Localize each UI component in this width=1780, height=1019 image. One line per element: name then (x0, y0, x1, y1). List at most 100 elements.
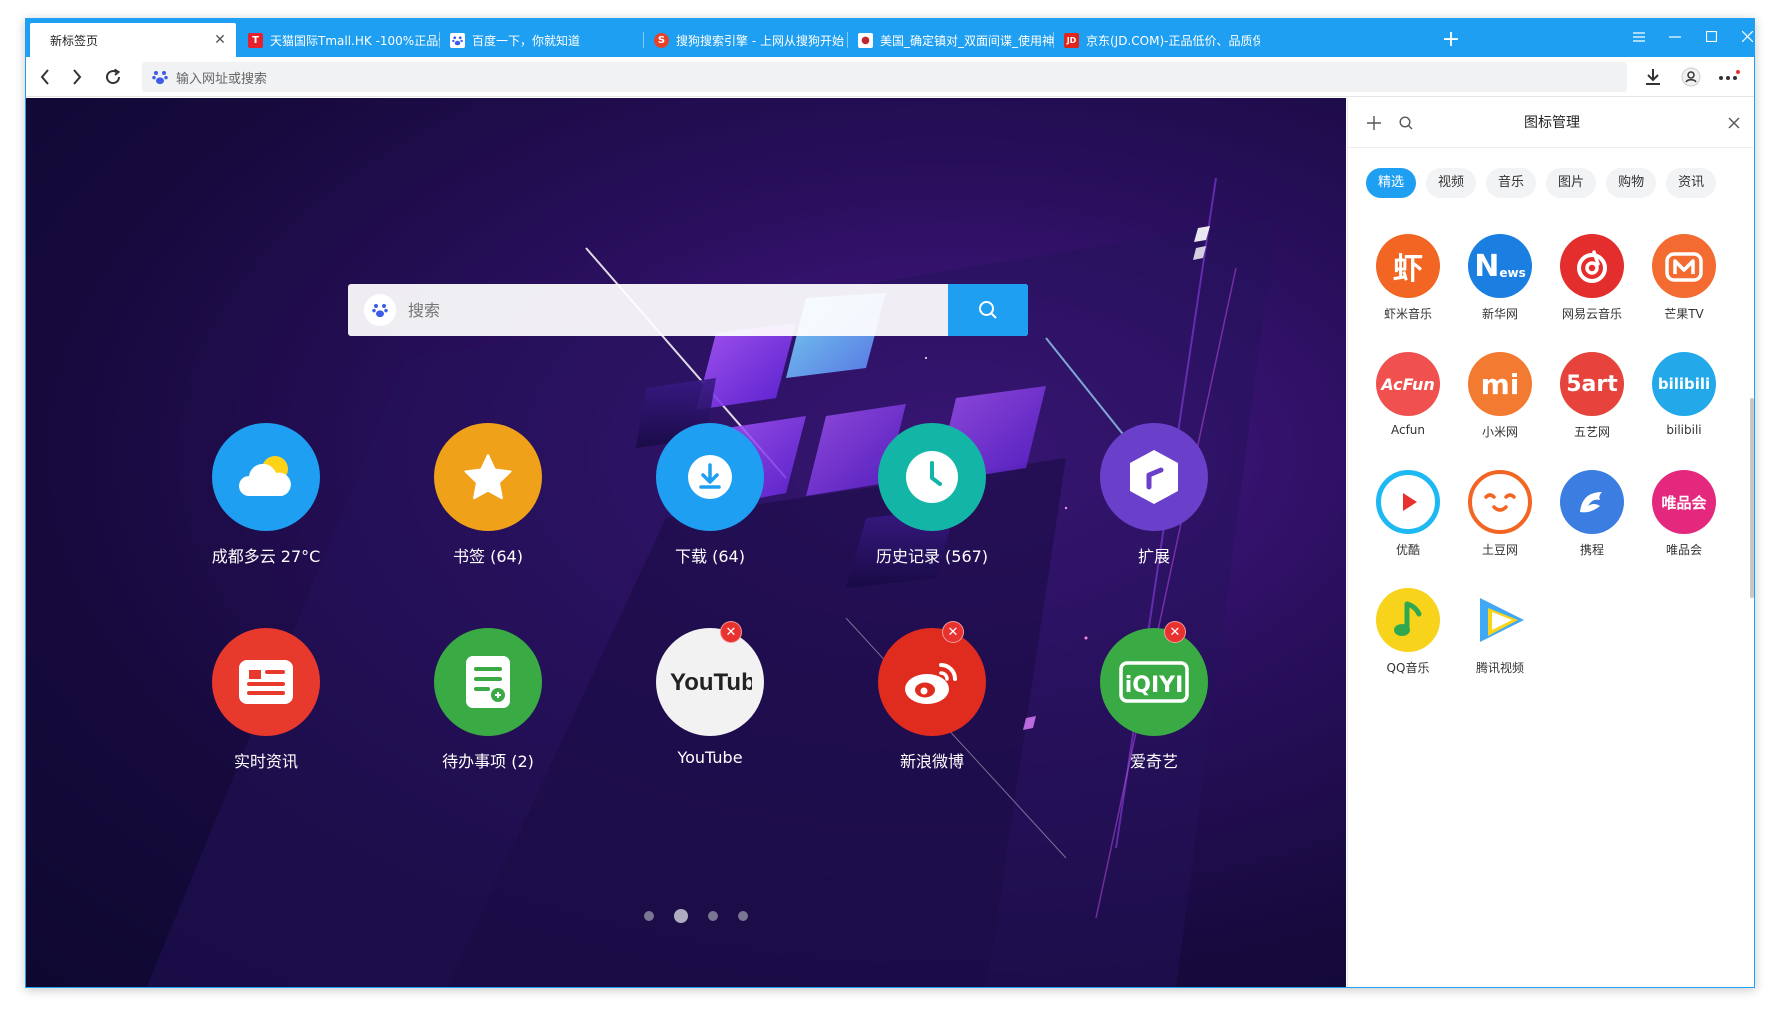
app-name: Acfun (1390, 423, 1426, 437)
icon-management-panel: 图标管理 精选 视频 音乐 图片 购物 资讯 虾 虾米音乐 News 新华网 网易云音乐 (1347, 98, 1754, 987)
xiami-logo: 虾 (1376, 234, 1440, 298)
tile-youtube[interactable]: YouTube ✕ YouTube (630, 621, 790, 767)
tile-label: 待办事项 (2) (442, 752, 534, 771)
star-icon (434, 423, 542, 531)
baidu-paw-icon (450, 32, 465, 48)
app-netease-music[interactable]: 网易云音乐 (1546, 234, 1638, 322)
app-xiaomi[interactable]: mi 小米网 (1454, 352, 1546, 440)
more-icon[interactable] (1716, 64, 1742, 90)
news-icon: ● (858, 32, 873, 48)
tab-jd[interactable]: JD 京东(JD.COM)-正品低价、品质保障 (1054, 23, 1260, 57)
jd-icon: JD (1064, 32, 1079, 48)
address-placeholder: 输入网址或搜索 (176, 71, 268, 87)
tab-baidu[interactable]: 百度一下，你就知道 (440, 23, 644, 57)
remove-tile-button[interactable]: ✕ (720, 621, 742, 643)
category-news[interactable]: 资讯 (1666, 168, 1717, 198)
app-name: 携程 (1579, 543, 1604, 557)
menu-lines-icon[interactable] (1624, 25, 1654, 51)
tab-sogou[interactable]: S 搜狗搜索引擎 - 上网从搜狗开始 (644, 23, 848, 57)
app-name: QQ音乐 (1386, 661, 1430, 675)
tile-news[interactable]: 实时资讯 (186, 628, 346, 772)
tile-todo[interactable]: 待办事项 (2) (408, 628, 568, 772)
app-xiami[interactable]: 虾 虾米音乐 (1362, 234, 1454, 322)
app-qq-music[interactable]: QQ音乐 (1362, 588, 1454, 676)
page-dot[interactable] (738, 911, 748, 921)
search-input[interactable] (396, 284, 948, 336)
tudou-logo (1468, 470, 1532, 534)
baidu-paw-icon (152, 69, 168, 85)
navigation-bar: 输入网址或搜索 (26, 57, 1754, 97)
app-wuyi[interactable]: 5art 五艺网 (1546, 352, 1638, 440)
page-dot[interactable] (708, 911, 718, 921)
tile-weibo[interactable]: ✕ 新浪微博 (852, 621, 1012, 772)
search-box (348, 284, 1028, 336)
panel-scrollbar[interactable] (1750, 398, 1754, 598)
app-acfun[interactable]: AcFun Acfun (1362, 352, 1454, 437)
page-indicator (634, 908, 758, 924)
category-featured[interactable]: 精选 (1366, 168, 1417, 198)
tile-weather[interactable]: 成都多云 27°C (186, 423, 346, 567)
tile-iqiyi[interactable]: iQIYI ✕ 爱奇艺 (1074, 621, 1234, 772)
tab-news[interactable]: ● 美国_确定镇对_双面间谍_使用神经 (848, 23, 1054, 57)
search-button[interactable] (948, 284, 1028, 336)
tile-extensions[interactable]: 扩展 (1074, 423, 1234, 567)
tencent-video-logo (1468, 588, 1532, 652)
tile-downloads[interactable]: 下载 (64) (630, 423, 790, 567)
category-video[interactable]: 视频 (1426, 168, 1477, 198)
app-vip[interactable]: 唯品会 唯品会 (1638, 470, 1730, 558)
tile-history[interactable]: 历史记录 (567) (852, 423, 1012, 567)
address-bar[interactable]: 输入网址或搜索 (142, 62, 1627, 92)
minimize-button[interactable] (1660, 25, 1690, 51)
reload-button[interactable] (100, 64, 126, 90)
forward-button[interactable] (64, 64, 90, 90)
app-tencent-video[interactable]: 腾讯视频 (1454, 588, 1546, 676)
app-name: 新华网 (1481, 307, 1518, 321)
xinhua-logo: News (1468, 234, 1532, 298)
download-icon (656, 423, 764, 531)
category-music[interactable]: 音乐 (1486, 168, 1537, 198)
tile-bookmarks[interactable]: 书签 (64) (408, 423, 568, 567)
todo-icon (434, 628, 542, 736)
app-xinhua[interactable]: News 新华网 (1454, 234, 1546, 322)
search-icon (979, 301, 997, 319)
account-icon[interactable] (1678, 64, 1704, 90)
app-tudou[interactable]: 土豆网 (1454, 470, 1546, 558)
weibo-logo (878, 628, 986, 736)
tab-tmall[interactable]: T 天猫国际Tmall.HK -100%正品保障 (238, 23, 440, 57)
new-tab-page: 成都多云 27°C 书签 (64) 下载 (64) 历史记录 (567) 扩展 (26, 98, 1346, 987)
category-images[interactable]: 图片 (1546, 168, 1597, 198)
close-panel-icon[interactable] (1722, 111, 1746, 135)
app-bilibili[interactable]: bilibili bilibili (1638, 352, 1730, 437)
tab-title: 天猫国际Tmall.HK -100%正品保障 (270, 33, 440, 48)
tab-new-tab[interactable]: 新标签页 ✕ (30, 23, 236, 57)
app-mango-tv[interactable]: 芒果TV (1638, 234, 1730, 322)
remove-tile-button[interactable]: ✕ (1164, 621, 1186, 643)
qq-music-logo (1376, 588, 1440, 652)
ctrip-logo (1560, 470, 1624, 534)
page-dot[interactable] (644, 911, 654, 921)
category-tabs: 精选 视频 音乐 图片 购物 资讯 (1366, 168, 1736, 200)
back-button[interactable] (32, 64, 58, 90)
remove-tile-button[interactable]: ✕ (942, 621, 964, 643)
category-shopping[interactable]: 购物 (1606, 168, 1657, 198)
baidu-paw-icon[interactable] (364, 294, 396, 326)
panel-title: 图标管理 (1524, 115, 1580, 131)
extension-icon (1100, 423, 1208, 531)
bilibili-logo: bilibili (1652, 352, 1716, 416)
close-window-button[interactable] (1732, 25, 1754, 51)
tab-title: 京东(JD.COM)-正品低价、品质保障 (1086, 33, 1260, 48)
maximize-button[interactable] (1696, 25, 1726, 51)
page-dot-active[interactable] (674, 909, 688, 923)
download-icon[interactable] (1640, 64, 1666, 90)
close-icon[interactable]: ✕ (210, 32, 230, 48)
new-tab-button[interactable]: + (1436, 25, 1466, 55)
tile-label: 新浪微博 (899, 752, 964, 771)
xiaomi-logo: mi (1468, 352, 1532, 416)
app-ctrip[interactable]: 携程 (1546, 470, 1638, 558)
tmall-icon: T (248, 32, 263, 48)
youtube-logo: YouTube (656, 628, 764, 736)
app-youku[interactable]: 优酷 (1362, 470, 1454, 558)
weather-icon (212, 423, 320, 531)
panel-header: 图标管理 (1348, 98, 1754, 148)
iqiyi-logo: iQIYI (1100, 628, 1208, 736)
